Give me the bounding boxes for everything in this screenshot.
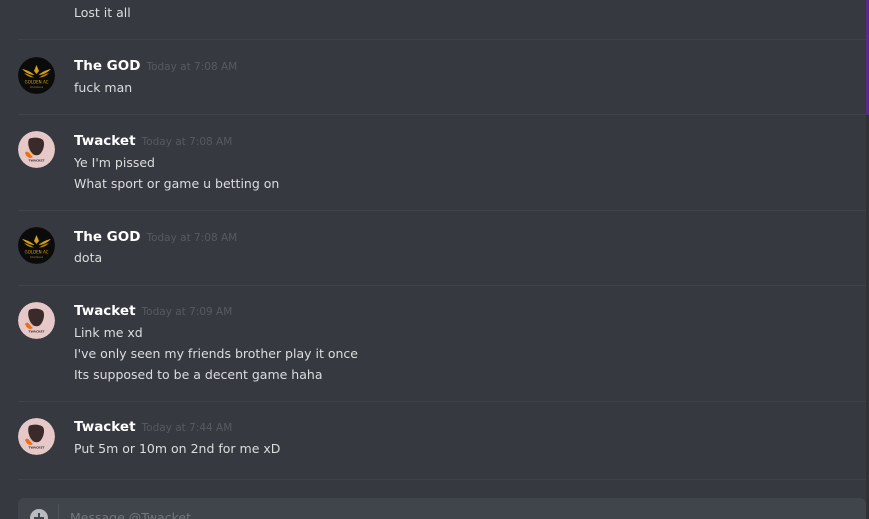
message-author[interactable]: The GOD Today at 7:08 AM bbox=[74, 58, 237, 74]
message-line: Its supposed to be a decent game haha bbox=[74, 367, 323, 382]
message-input[interactable] bbox=[68, 509, 852, 519]
svg-text:TWACKET: TWACKET bbox=[28, 446, 45, 450]
svg-text:GOLDEN AC: GOLDEN AC bbox=[25, 250, 49, 255]
message-group: TWACKET Twacket Today at 7:08 AM Ye I'm p… bbox=[0, 115, 866, 210]
message-timestamp: Today at 7:09 AM bbox=[141, 306, 233, 318]
twacket-avatar[interactable]: TWACKET bbox=[18, 131, 55, 168]
message-line: What sport or game u betting on bbox=[74, 176, 280, 191]
twacket-avatar[interactable]: TWACKET bbox=[18, 418, 55, 455]
message-line: I've only seen my friends brother play i… bbox=[74, 346, 358, 361]
message-timestamp: Today at 7:08 AM bbox=[141, 136, 233, 148]
message-timestamp: Today at 7:08 AM bbox=[146, 61, 238, 73]
chat-window: Lost it all GOLDEN AC Chambers The GOD To… bbox=[0, 0, 869, 519]
message-author[interactable]: The GOD Today at 7:08 AM bbox=[74, 229, 237, 245]
message-divider bbox=[18, 479, 866, 480]
svg-text:TWACKET: TWACKET bbox=[28, 159, 45, 163]
svg-text:Chambers: Chambers bbox=[30, 85, 44, 89]
message-input-bar bbox=[18, 498, 866, 519]
golden-ac-logo-avatar[interactable]: GOLDEN AC Chambers bbox=[18, 57, 55, 94]
message-group: Lost it all bbox=[0, 0, 866, 40]
message-group: TWACKET Twacket Today at 7:44 AM Put 5m o… bbox=[0, 402, 866, 482]
message-author[interactable]: Twacket Today at 7:08 AM bbox=[74, 133, 232, 149]
upload-plus-icon[interactable] bbox=[30, 509, 48, 519]
svg-text:GOLDEN AC: GOLDEN AC bbox=[25, 80, 49, 85]
message-list[interactable]: Lost it all GOLDEN AC Chambers The GOD To… bbox=[0, 0, 866, 519]
message-timestamp: Today at 7:08 AM bbox=[146, 232, 238, 244]
message-line: Link me xd bbox=[74, 325, 143, 340]
message-line: fuck man bbox=[74, 80, 133, 95]
message-line: Put 5m or 10m on 2nd for me xD bbox=[74, 441, 281, 456]
message-author[interactable]: Twacket Today at 7:09 AM bbox=[74, 303, 232, 319]
message-line: Ye I'm pissed bbox=[74, 155, 155, 170]
message-group: TWACKET Twacket Today at 7:09 AM Link me … bbox=[0, 286, 866, 401]
message-line: Lost it all bbox=[74, 5, 131, 20]
svg-text:TWACKET: TWACKET bbox=[28, 330, 45, 334]
message-line: dota bbox=[74, 250, 103, 265]
svg-text:Chambers: Chambers bbox=[30, 255, 44, 259]
message-group: GOLDEN AC Chambers The GOD Today at 7:08 … bbox=[0, 40, 866, 114]
golden-ac-logo-avatar[interactable]: GOLDEN AC Chambers bbox=[18, 227, 55, 264]
message-timestamp: Today at 7:44 AM bbox=[141, 422, 233, 434]
twacket-avatar[interactable]: TWACKET bbox=[18, 302, 55, 339]
input-separator bbox=[58, 504, 59, 519]
message-author[interactable]: Twacket Today at 7:44 AM bbox=[74, 419, 232, 435]
message-group: GOLDEN AC Chambers The GOD Today at 7:08 … bbox=[0, 211, 866, 285]
